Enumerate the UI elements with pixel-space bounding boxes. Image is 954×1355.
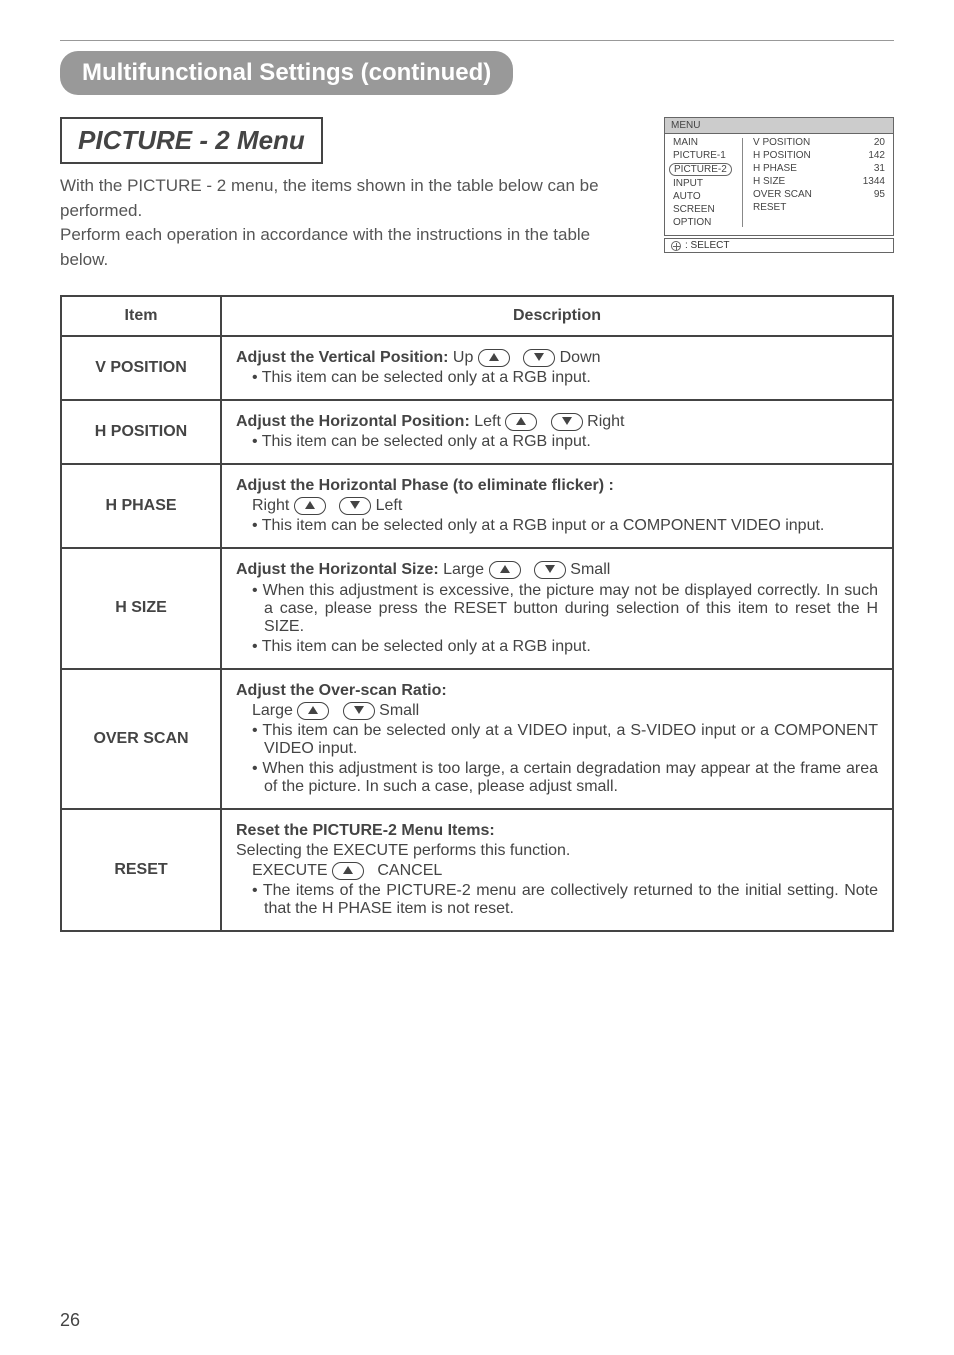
osd-right-row: H SIZE 1344 [753,175,885,188]
td-item: V POSITION [61,336,221,400]
intro-text: With the PICTURE - 2 menu, the items sho… [60,174,620,273]
osd-title: MENU [665,118,893,134]
osd-right-row: OVER SCAN 95 [753,188,885,201]
horizontal-rule [60,40,894,41]
osd-left-list: MAINPICTURE-1PICTURE-2INPUTAUTOSCREENOPT… [665,136,743,229]
down-arrow-button-icon [534,561,566,579]
bullet-text: • This item can be selected only at a RG… [248,433,878,451]
td-description: Adjust the Horizontal Phase (to eliminat… [221,464,893,548]
up-arrow-button-icon [478,349,510,367]
intro-para-1: With the PICTURE - 2 menu, the items sho… [60,174,620,223]
table-row: H SIZEAdjust the Horizontal Size: Large … [61,548,893,668]
up-arrow-button-icon [297,702,329,720]
osd-left-item: PICTURE-2 [673,162,739,177]
bullet-text: • This item can be selected only at a RG… [248,517,878,535]
table-header-row: Item Description [61,296,893,336]
intro-para-2: Perform each operation in accordance wit… [60,223,620,272]
lead-text: Adjust the Horizontal Position: [236,413,474,430]
osd-right-row: H POSITION 142 [753,149,885,162]
osd-right-value: 142 [868,150,885,161]
reset-line2: Selecting the EXECUTE performs this func… [236,842,878,860]
up-arrow-button-icon [294,497,326,515]
osd-left-item: AUTO [673,190,739,203]
td-item: H SIZE [61,548,221,668]
submenu-title: PICTURE - 2 Menu [60,117,323,164]
table-row: V POSITIONAdjust the Vertical Position: … [61,336,893,400]
osd-right-value: 1344 [863,176,885,187]
settings-table: Item Description V POSITIONAdjust the Ve… [60,295,894,932]
td-item: H PHASE [61,464,221,548]
osd-right-value: 20 [874,137,885,148]
osd-right-value: 31 [874,163,885,174]
osd-left-item: INPUT [673,177,739,190]
left-col: PICTURE - 2 Menu With the PICTURE - 2 me… [60,117,620,291]
osd-right-value: 95 [874,189,885,200]
osd-footer-text: : SELECT [685,240,729,251]
up-arrow-button-icon [332,862,364,880]
lead-text: Adjust the Horizontal Phase (to eliminat… [236,477,614,494]
bullet-text: • When this adjustment is excessive, the… [248,582,878,636]
section-header: Multifunctional Settings (continued) [60,51,513,95]
osd-right-label: H SIZE [753,176,785,187]
up-arrow-button-icon [505,413,537,431]
lead-text: Reset the PICTURE-2 Menu Items: [236,822,495,839]
subhead-row: PICTURE - 2 Menu With the PICTURE - 2 me… [60,117,894,291]
bullet-text: • When this adjustment is too large, a c… [248,760,878,796]
td-item: OVER SCAN [61,669,221,809]
osd-right-label: OVER SCAN [753,189,812,200]
osd-box: MENU MAINPICTURE-1PICTURE-2INPUTAUTOSCRE… [664,117,894,236]
th-item: Item [61,296,221,336]
td-description: Adjust the Vertical Position: Up Down• T… [221,336,893,400]
down-arrow-button-icon [343,702,375,720]
osd-right-row: V POSITION 20 [753,136,885,149]
table-row: OVER SCANAdjust the Over-scan Ratio:Larg… [61,669,893,809]
osd-left-item: OPTION [673,216,739,229]
lead-text: Adjust the Over-scan Ratio: [236,682,447,699]
td-description: Reset the PICTURE-2 Menu Items: Selecting… [221,809,893,931]
table-row: H PHASE Adjust the Horizontal Phase (to e… [61,464,893,548]
bullet-text: • The items of the PICTURE-2 menu are co… [248,882,878,918]
table-body: V POSITIONAdjust the Vertical Position: … [61,336,893,931]
down-arrow-button-icon [551,413,583,431]
osd-right-label: H POSITION [753,150,811,161]
bullet-text: • This item can be selected only at a RG… [248,638,878,656]
down-arrow-button-icon [339,497,371,515]
osd-right-row: H PHASE 31 [753,162,885,175]
osd-left-item: MAIN [673,136,739,149]
page-number: 26 [60,1310,80,1331]
lead-text: Adjust the Vertical Position: [236,349,453,366]
down-arrow-button-icon [523,349,555,367]
page: Multifunctional Settings (continued) PIC… [0,0,954,1355]
up-arrow-button-icon [489,561,521,579]
osd-right-label: V POSITION [753,137,810,148]
osd-left-item: SCREEN [673,203,739,216]
osd-selected: PICTURE-2 [669,163,732,176]
td-description: Adjust the Horizontal Position: Left Rig… [221,400,893,464]
osd-right-label: RESET [753,202,786,213]
td-item: H POSITION [61,400,221,464]
osd-left-item: PICTURE-1 [673,149,739,162]
td-description: Adjust the Over-scan Ratio:Large Small• … [221,669,893,809]
table-row: H POSITIONAdjust the Horizontal Position… [61,400,893,464]
osd-right-label: H PHASE [753,163,797,174]
osd-right-list: V POSITION20H POSITION142H PHASE31H SIZE… [743,136,893,229]
osd-body: MAINPICTURE-1PICTURE-2INPUTAUTOSCREENOPT… [665,134,893,235]
osd-preview: MENU MAINPICTURE-1PICTURE-2INPUTAUTOSCRE… [664,117,894,253]
osd-right-row: RESET [753,201,885,214]
osd-footer: : SELECT [664,238,894,253]
lead-text: Adjust the Horizontal Size: [236,562,443,579]
dpad-icon [671,241,681,251]
bullet-text: • This item can be selected only at a VI… [248,722,878,758]
table-row: RESET Reset the PICTURE-2 Menu Items: Sele… [61,809,893,931]
bullet-text: • This item can be selected only at a RG… [248,369,878,387]
th-desc: Description [221,296,893,336]
td-item: RESET [61,809,221,931]
td-description: Adjust the Horizontal Size: Large Small•… [221,548,893,668]
